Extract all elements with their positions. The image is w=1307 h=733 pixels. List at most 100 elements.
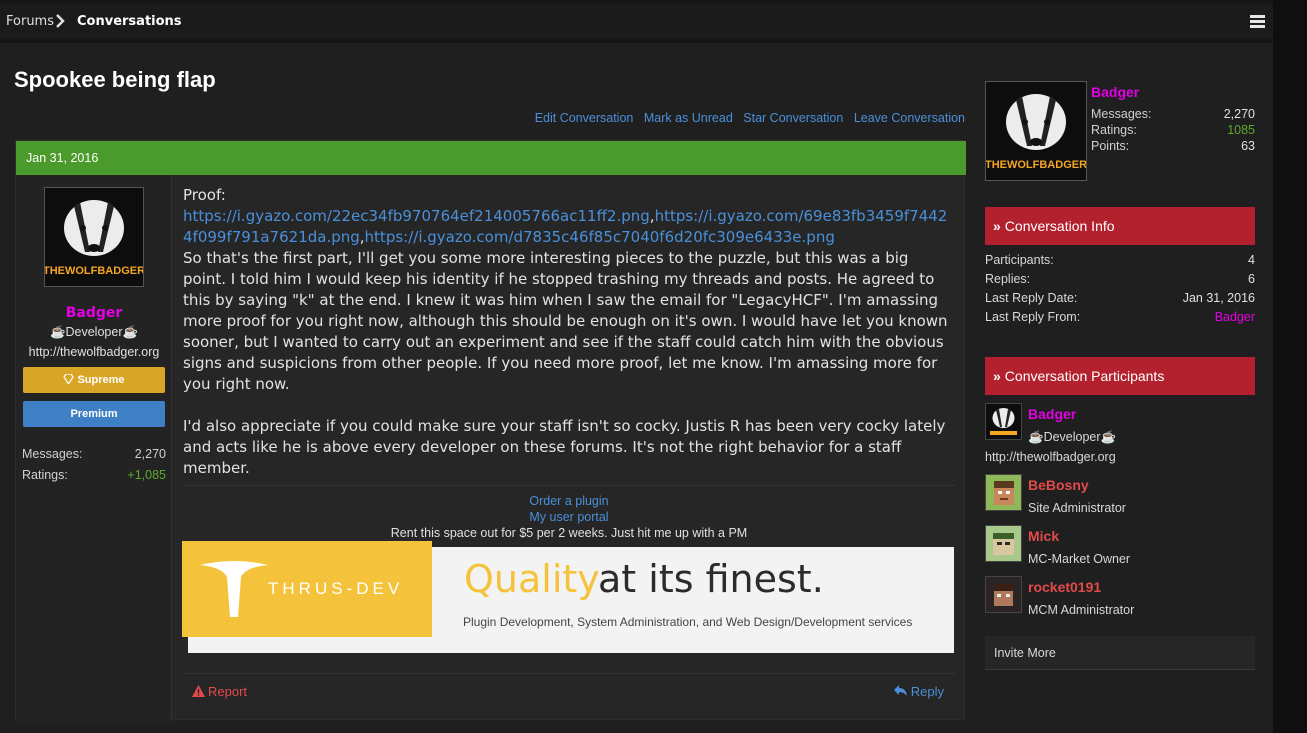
- sidebar-messages-stat: Messages: 2,270: [1091, 107, 1255, 121]
- participant-title: MC-Market Owner: [1028, 552, 1131, 566]
- supreme-badge-label: Supreme: [77, 374, 125, 386]
- participant-title: ☕Developer☕: [1028, 430, 1117, 444]
- banner-headline-accent: Quality: [464, 557, 600, 601]
- info-value: 6: [1248, 272, 1255, 286]
- rent-text: Rent this space out for $5 per 2 weeks. …: [390, 526, 748, 540]
- avatar[interactable]: THEWOLFBADGER: [43, 187, 145, 287]
- badger-logo-icon: THEWOLFBADGER: [985, 94, 1087, 171]
- participants-header: » Conversation Participants: [985, 357, 1255, 395]
- breadcrumb-conversations[interactable]: Conversations: [77, 14, 182, 29]
- proof-link[interactable]: https://i.gyazo.com/22ec34fb970764ef2140…: [183, 207, 650, 225]
- stat-label: Ratings:: [1091, 123, 1137, 137]
- stat-label: Messages:: [1091, 107, 1152, 121]
- sidebar-username[interactable]: Badger: [1091, 84, 1139, 100]
- sidebar-points-stat: Points: 63: [1091, 139, 1255, 153]
- conversation-info-header: » Conversation Info: [985, 207, 1255, 245]
- stat-value: 63: [1241, 139, 1255, 153]
- invite-more-button[interactable]: Invite More: [985, 636, 1255, 670]
- breadcrumb-forums[interactable]: Forums: [6, 14, 54, 29]
- stat-value: 2,270: [134, 447, 166, 461]
- info-last-reply-date: Last Reply Date: Jan 31, 2016: [985, 291, 1255, 305]
- message: Jan 31, 2016 THEWOLFBADGER Badger ☕Devel…: [15, 140, 966, 721]
- signature-banner[interactable]: THRUS-DEV Quality at its finest. Plugin …: [182, 541, 954, 655]
- participant-avatar[interactable]: [985, 525, 1022, 562]
- participant-name[interactable]: rocket0191: [1028, 579, 1101, 595]
- participant-title: MCM Administrator: [1028, 603, 1135, 617]
- message-body: Proof: https://i.gyazo.com/22ec34fb97076…: [183, 185, 955, 479]
- sidebar-avatar[interactable]: THEWOLFBADGER: [985, 81, 1087, 181]
- panel-title: Conversation Info: [1004, 218, 1115, 234]
- info-last-reply-from: Last Reply From: Badger: [985, 310, 1255, 324]
- info-value-link[interactable]: Badger: [1215, 310, 1255, 324]
- badger-logo-icon: THEWOLFBADGER: [43, 200, 145, 277]
- badger-logo-icon: [986, 404, 1021, 439]
- message-user-info: THEWOLFBADGER Badger ☕Developer☕ http://…: [16, 175, 172, 721]
- double-chevron-icon: »: [993, 218, 1001, 234]
- banner-brand: THRUS-DEV: [268, 579, 404, 598]
- participant-name[interactable]: BeBosny: [1028, 477, 1089, 493]
- message-date-bar: Jan 31, 2016: [16, 141, 966, 175]
- page-edge: [1273, 0, 1307, 733]
- minecraft-head-icon: [986, 577, 1021, 612]
- minecraft-head-icon: [986, 526, 1021, 561]
- participant-name[interactable]: Mick: [1028, 528, 1059, 544]
- diamond-icon: [63, 373, 75, 386]
- participant-website[interactable]: http://thewolfbadger.org: [985, 450, 1116, 464]
- edit-conversation-link[interactable]: Edit Conversation: [535, 111, 634, 125]
- mark-unread-link[interactable]: Mark as Unread: [644, 111, 733, 125]
- info-participants: Participants: 4: [985, 253, 1255, 267]
- reply-icon: [893, 685, 907, 696]
- menu-icon[interactable]: [1250, 15, 1265, 28]
- message-date: Jan 31, 2016: [26, 151, 99, 165]
- info-label: Last Reply Date:: [985, 291, 1078, 305]
- stat-value: 1085: [1227, 123, 1255, 137]
- participant-title: Site Administrator: [1028, 501, 1126, 515]
- reply-button[interactable]: Reply: [893, 684, 944, 699]
- info-replies: Replies: 6: [985, 272, 1255, 286]
- message-intro: Proof:: [183, 186, 226, 204]
- message-username[interactable]: Badger: [16, 305, 172, 321]
- message-footer-divider: [182, 673, 956, 674]
- user-messages-stat: Messages: 2,270: [22, 447, 166, 461]
- order-plugin-link[interactable]: Order a plugin: [182, 493, 956, 509]
- reply-label: Reply: [910, 684, 944, 699]
- star-conversation-link[interactable]: Star Conversation: [743, 111, 843, 125]
- user-portal-link[interactable]: My user portal: [182, 509, 956, 525]
- user-role: ☕Developer☕: [49, 325, 139, 339]
- proof-link[interactable]: https://i.gyazo.com/d7835c46f85c7040f6d2…: [365, 228, 835, 246]
- message-paragraph: So that's the first part, I'll get you s…: [183, 249, 948, 393]
- chevron-right-icon: [56, 14, 65, 28]
- info-label: Replies:: [985, 272, 1031, 286]
- page-title: Spookee being flap: [14, 67, 216, 92]
- info-value: 4: [1248, 253, 1255, 267]
- stat-label: Ratings:: [22, 468, 68, 482]
- double-chevron-icon: »: [993, 368, 1001, 384]
- proof-links: https://i.gyazo.com/22ec34fb970764ef2140…: [183, 207, 948, 246]
- signature: Order a plugin My user portal Rent this …: [182, 493, 956, 541]
- participant-avatar[interactable]: [985, 474, 1022, 511]
- stat-value: +1,085: [127, 468, 166, 482]
- banner-logo-block: THRUS-DEV: [182, 541, 432, 637]
- supreme-badge: Supreme: [23, 367, 165, 393]
- minecraft-head-icon: [986, 475, 1021, 510]
- report-button[interactable]: Report: [192, 684, 247, 699]
- user-website[interactable]: http://thewolfbadger.org: [16, 345, 172, 359]
- participant-avatar[interactable]: [985, 403, 1022, 440]
- info-value: Jan 31, 2016: [1182, 291, 1255, 305]
- top-bar: Forums Conversations: [0, 4, 1273, 39]
- info-label: Participants:: [985, 253, 1054, 267]
- leave-conversation-link[interactable]: Leave Conversation: [854, 111, 965, 125]
- participant-avatar[interactable]: [985, 576, 1022, 613]
- participant-name[interactable]: Badger: [1028, 406, 1076, 422]
- panel-title: Conversation Participants: [1004, 368, 1165, 384]
- premium-badge: Premium: [23, 401, 165, 427]
- conversation-actions: Edit Conversation Mark as Unread Star Co…: [528, 111, 965, 125]
- user-ratings-stat: Ratings: +1,085: [22, 468, 166, 482]
- signature-divider: [182, 485, 956, 486]
- info-label: Last Reply From:: [985, 310, 1081, 324]
- banner-headline: at its finest.: [598, 557, 824, 601]
- banner-subtitle: Plugin Development, System Administratio…: [463, 615, 913, 629]
- stat-label: Messages:: [22, 447, 83, 461]
- sidebar-ratings-stat: Ratings: 1085: [1091, 123, 1255, 137]
- thrus-logo-icon: [200, 561, 268, 617]
